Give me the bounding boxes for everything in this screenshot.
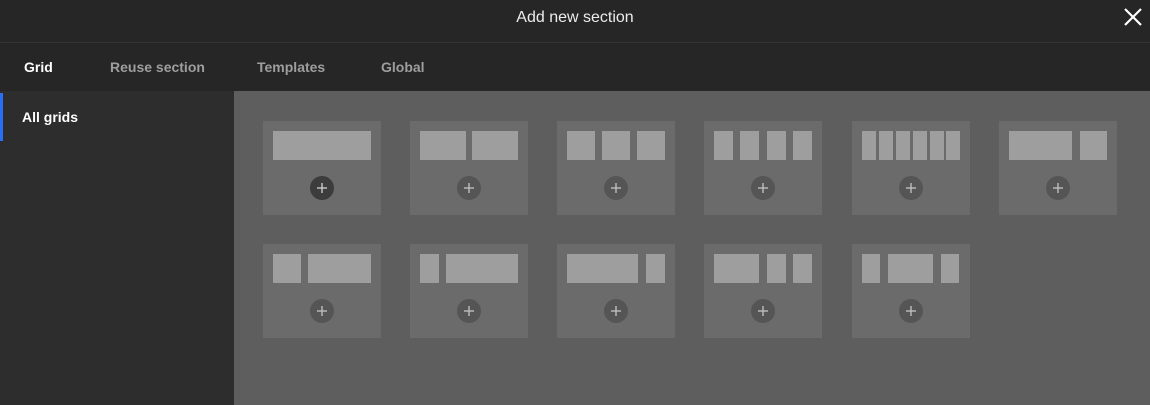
tab-bar: Grid Reuse section Templates Global bbox=[0, 43, 1150, 91]
column-block bbox=[1080, 131, 1107, 160]
plus-icon[interactable] bbox=[310, 299, 334, 323]
tab-global[interactable]: Global bbox=[381, 43, 425, 91]
plus-icon[interactable] bbox=[604, 299, 628, 323]
grid-option-1-col[interactable] bbox=[263, 121, 381, 215]
column-block bbox=[862, 131, 876, 160]
column-block bbox=[767, 254, 786, 283]
plus-icon[interactable] bbox=[457, 176, 481, 200]
column-block bbox=[1009, 131, 1072, 160]
column-block bbox=[896, 131, 910, 160]
column-block bbox=[913, 131, 927, 160]
grid-option-2-col-narrow-wide[interactable] bbox=[263, 244, 381, 338]
sidebar: All grids bbox=[0, 91, 234, 405]
plus-icon[interactable] bbox=[751, 299, 775, 323]
column-block bbox=[308, 254, 371, 283]
sidebar-item-label: All grids bbox=[22, 109, 79, 125]
plus-icon[interactable] bbox=[751, 176, 775, 200]
column-block bbox=[472, 131, 518, 160]
column-block bbox=[637, 131, 665, 160]
tab-templates[interactable]: Templates bbox=[257, 43, 325, 91]
modal-title: Add new section bbox=[516, 9, 634, 26]
plus-icon[interactable] bbox=[310, 176, 334, 200]
column-block bbox=[740, 131, 759, 160]
column-block bbox=[273, 131, 371, 160]
column-block bbox=[941, 254, 959, 283]
plus-icon[interactable] bbox=[457, 299, 481, 323]
grid-option-3-col-narrow-wide-narrow[interactable] bbox=[852, 244, 970, 338]
column-block bbox=[930, 131, 944, 160]
grid-option-2-col-narrow-wider[interactable] bbox=[410, 244, 528, 338]
plus-icon[interactable] bbox=[899, 299, 923, 323]
sidebar-item-all-grids[interactable]: All grids bbox=[0, 93, 234, 141]
grid-option-2-col-equal[interactable] bbox=[410, 121, 528, 215]
column-block bbox=[446, 254, 518, 283]
grid-option-2-col-wide-narrow[interactable] bbox=[999, 121, 1117, 215]
column-block bbox=[602, 131, 630, 160]
column-block bbox=[946, 131, 960, 160]
column-block bbox=[420, 254, 439, 283]
grid-option-6-col-equal[interactable] bbox=[852, 121, 970, 215]
column-block bbox=[567, 254, 638, 283]
grid-option-2-col-wider-narrow[interactable] bbox=[557, 244, 675, 338]
grid-option-3-col-wide-narrow-narrow[interactable] bbox=[704, 244, 822, 338]
grid-option-3-col-equal[interactable] bbox=[557, 121, 675, 215]
column-block bbox=[793, 131, 812, 160]
column-block bbox=[862, 254, 880, 283]
column-block bbox=[273, 254, 301, 283]
column-block bbox=[888, 254, 933, 283]
plus-icon[interactable] bbox=[1046, 176, 1070, 200]
column-block bbox=[714, 254, 759, 283]
grid-option-4-col-equal[interactable] bbox=[704, 121, 822, 215]
tab-grid[interactable]: Grid bbox=[24, 43, 53, 91]
close-icon[interactable] bbox=[1122, 6, 1144, 28]
column-block bbox=[793, 254, 812, 283]
column-block bbox=[567, 131, 595, 160]
grid-gallery bbox=[234, 91, 1150, 405]
plus-icon[interactable] bbox=[899, 176, 923, 200]
plus-icon[interactable] bbox=[604, 176, 628, 200]
column-block bbox=[714, 131, 733, 160]
column-block bbox=[879, 131, 893, 160]
active-indicator bbox=[0, 93, 3, 141]
column-block bbox=[420, 131, 466, 160]
tab-reuse-section[interactable]: Reuse section bbox=[110, 43, 205, 91]
modal-header: Add new section bbox=[0, 0, 1150, 43]
column-block bbox=[646, 254, 665, 283]
column-block bbox=[767, 131, 786, 160]
